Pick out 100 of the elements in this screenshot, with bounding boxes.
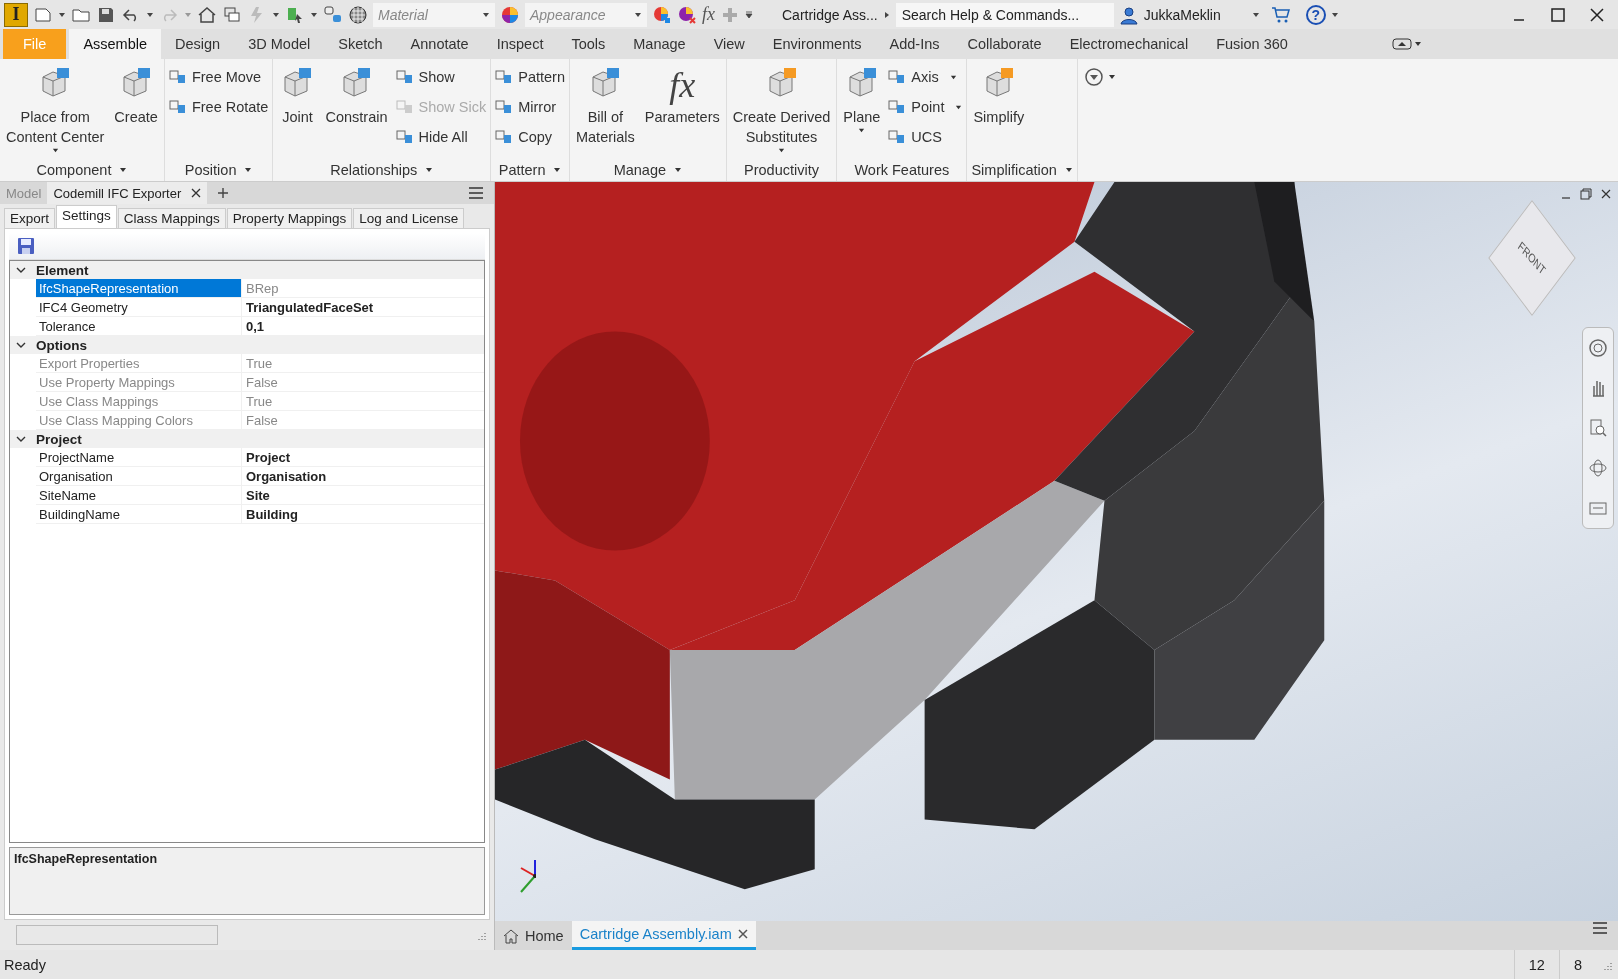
ribbon-button[interactable]: Mirror (495, 95, 565, 119)
ribbon-button[interactable]: Create (112, 63, 160, 159)
ribbon-button[interactable]: Axis (888, 65, 963, 89)
customize-caret-icon[interactable] (745, 10, 753, 19)
ribbon-button[interactable]: Simplify (971, 63, 1027, 159)
property-value[interactable]: TriangulatedFaceSet (242, 298, 484, 316)
ribbon-tab[interactable]: Manage (619, 29, 700, 59)
ribbon-tab[interactable]: Annotate (396, 29, 483, 59)
property-value[interactable]: 0,1 (242, 317, 484, 335)
caret-icon[interactable] (949, 73, 957, 81)
panel-title[interactable]: Pattern (495, 159, 565, 181)
maximize-icon[interactable] (1550, 6, 1566, 23)
caret-icon[interactable] (244, 166, 253, 174)
ribbon-button[interactable]: Create Derived Substitutes (730, 63, 833, 159)
property-value[interactable]: Project (242, 448, 484, 466)
color-wheel-icon[interactable] (677, 4, 697, 25)
caret-icon[interactable] (482, 10, 490, 19)
close-icon[interactable] (191, 188, 202, 198)
ribbon-button[interactable]: Hide All (395, 125, 487, 149)
ribbon-tab[interactable]: View (699, 29, 759, 59)
ribbon-button[interactable]: Free Rotate (168, 95, 269, 119)
property-name[interactable]: SiteName (36, 486, 242, 504)
ribbon-tab[interactable]: Collaborate (953, 29, 1056, 59)
more-dropdown-icon[interactable] (1083, 67, 1118, 87)
caret-icon[interactable] (858, 127, 866, 134)
chevron-icon[interactable] (16, 434, 26, 444)
settings-tab[interactable]: Settings (56, 205, 117, 228)
ribbon-button[interactable]: Plane (841, 63, 883, 159)
settings-tab[interactable]: Property Mappings (226, 208, 353, 228)
property-value[interactable]: Site (242, 486, 484, 504)
ribbon-tab[interactable]: Environments (758, 29, 876, 59)
caret-icon[interactable] (425, 166, 434, 174)
caret-icon[interactable] (1330, 10, 1339, 19)
ribbon-tab[interactable]: Sketch (324, 29, 397, 59)
add-tab-icon[interactable] (217, 187, 230, 199)
settings-tab[interactable]: Class Mappings (117, 208, 226, 228)
caret-icon[interactable] (272, 10, 280, 19)
panel-title[interactable]: Simplification (971, 159, 1073, 181)
ribbon-button[interactable]: Constrain (323, 63, 390, 159)
caret-icon[interactable] (51, 147, 59, 154)
color-wheel-icon[interactable] (500, 4, 520, 25)
ribbon-button[interactable]: Point (888, 95, 963, 119)
property-name[interactable]: Tolerance (36, 317, 242, 335)
ribbon-button[interactable]: Pattern (495, 65, 565, 89)
caret-icon[interactable] (634, 10, 642, 19)
ribbon-tab[interactable]: Electromechanical (1055, 29, 1203, 59)
menu-icon[interactable] (1592, 921, 1608, 935)
caret-icon[interactable] (1064, 166, 1073, 174)
property-name[interactable]: IFC4 Geometry (36, 298, 242, 316)
close-icon[interactable] (1589, 6, 1605, 23)
caret-icon[interactable] (1251, 10, 1260, 19)
restore-icon[interactable] (1580, 188, 1592, 200)
save-icon[interactable] (17, 237, 35, 255)
panel-tab[interactable]: Codemill IFC Exporter (47, 182, 208, 204)
checker-sphere-icon[interactable] (348, 4, 368, 25)
panel-title[interactable]: Relationships (277, 159, 487, 181)
document-tab[interactable]: Home (495, 921, 572, 950)
caret-icon[interactable] (553, 166, 562, 174)
ribbon-button[interactable]: Bill of Materials (573, 63, 637, 159)
help-button[interactable]: ? (1305, 4, 1326, 25)
windows-icon[interactable] (222, 4, 242, 25)
caret-icon[interactable] (146, 10, 154, 19)
ribbon-tab[interactable]: 3D Model (234, 29, 325, 59)
ribbon-button[interactable]: Joint (277, 63, 318, 159)
ribbon-button[interactable]: Place from Content Center (4, 63, 107, 159)
chevron-icon[interactable] (16, 340, 26, 350)
ribbon-tab[interactable]: Tools (557, 29, 620, 59)
cart-icon[interactable] (1270, 4, 1291, 25)
property-name[interactable]: ProjectName (36, 448, 242, 466)
color-wheel-icon[interactable] (652, 4, 672, 25)
chevron-icon[interactable] (16, 265, 26, 275)
search-field[interactable]: Search Help & Commands... (895, 2, 1114, 27)
panel-title[interactable]: Position (168, 159, 269, 181)
steering-wheel-icon[interactable] (1588, 338, 1608, 358)
caret-icon[interactable] (119, 166, 128, 174)
ribbon-button[interactable]: Copy (495, 125, 565, 149)
property-name[interactable]: IfcShapeRepresentation (36, 279, 242, 297)
resize-grip-icon[interactable] (476, 930, 486, 940)
close-icon[interactable] (1600, 188, 1612, 200)
ribbon-button[interactable]: UCS (888, 125, 963, 149)
ribbon-tab[interactable]: Add-Ins (875, 29, 954, 59)
ribbon-button[interactable]: Free Move (168, 65, 269, 89)
ribbon-button[interactable]: fx Parameters (642, 63, 722, 159)
ribbon-button[interactable]: Show (395, 65, 487, 89)
formula-icon[interactable]: fx (702, 4, 715, 25)
panel-title[interactable]: Work Features (841, 159, 963, 181)
caret-icon[interactable] (955, 103, 963, 111)
app-logo[interactable]: I (4, 2, 28, 27)
ribbon-tab[interactable]: Assemble (69, 29, 162, 59)
property-value[interactable]: Organisation (242, 467, 484, 485)
property-name[interactable]: BuildingName (36, 505, 242, 523)
ribbon-tab[interactable]: Design (161, 29, 235, 59)
ribbon-tab[interactable]: Fusion 360 (1202, 29, 1302, 59)
home-icon[interactable] (197, 4, 217, 25)
zoom-icon[interactable] (1588, 418, 1608, 438)
close-icon[interactable] (737, 929, 748, 939)
orbit-icon[interactable] (1588, 458, 1608, 478)
caret-icon[interactable] (310, 10, 318, 19)
settings-tab[interactable]: Export (4, 208, 56, 228)
property-value[interactable]: Building (242, 505, 484, 523)
